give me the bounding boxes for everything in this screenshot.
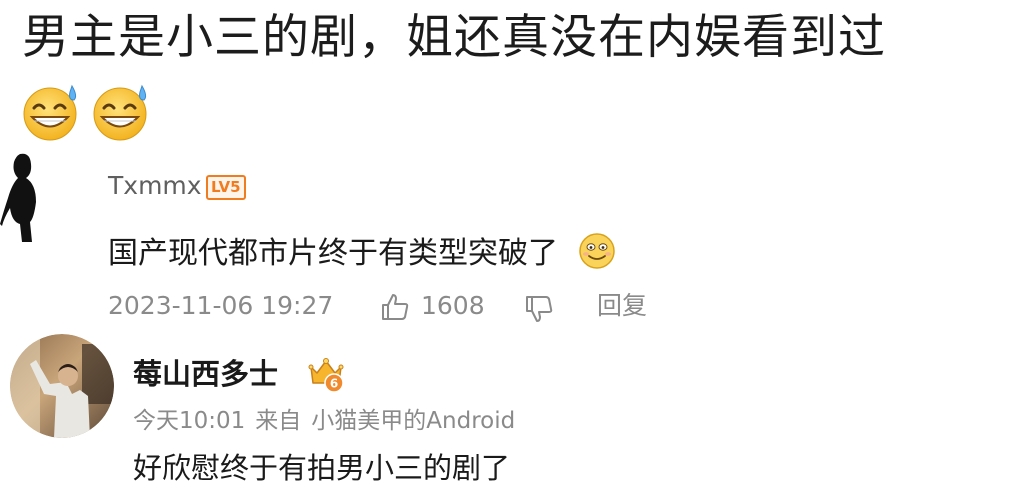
level-badge: LV5 xyxy=(206,175,246,200)
thumbs-down-icon[interactable] xyxy=(524,294,554,324)
screenshot-root: 男主是小三的剧，姐还真没在内娱看到过 Txmmx LV5 国产现代都市片终于有类… xyxy=(0,0,1024,494)
comment-username[interactable]: 莓山西多士 xyxy=(133,354,278,394)
smile-icon xyxy=(579,233,615,269)
reply-button[interactable]: 回复 xyxy=(597,288,647,324)
comment-text: 国产现代都市片终于有类型突破了 xyxy=(108,236,558,271)
source-label: 来自 xyxy=(255,408,302,434)
grinning-sweat-icon xyxy=(23,84,77,141)
comment-meta: 今天10:01 来自 小猫美甲的Android xyxy=(133,404,515,438)
avatar[interactable] xyxy=(0,148,46,244)
comment-text: 好欣慰终于有拍男小三的剧了 xyxy=(133,451,511,485)
comment-timestamp: 2023-11-06 19:27 xyxy=(108,291,334,320)
source-device[interactable]: 小猫美甲的Android xyxy=(311,408,515,434)
badge-number: 6 xyxy=(330,377,338,391)
like-count[interactable]: 1608 xyxy=(421,288,485,324)
crown-medal-icon: 6 xyxy=(308,358,344,393)
grinning-sweat-icon xyxy=(93,84,147,141)
post-headline: 男主是小三的剧，姐还真没在内娱看到过 xyxy=(22,10,886,65)
avatar[interactable] xyxy=(10,334,114,438)
comment-time: 今天10:01 xyxy=(133,408,246,434)
comment-username[interactable]: Txmmx xyxy=(108,170,202,202)
thumbs-up-icon[interactable] xyxy=(380,292,410,322)
headline-emoji-row xyxy=(20,80,154,144)
